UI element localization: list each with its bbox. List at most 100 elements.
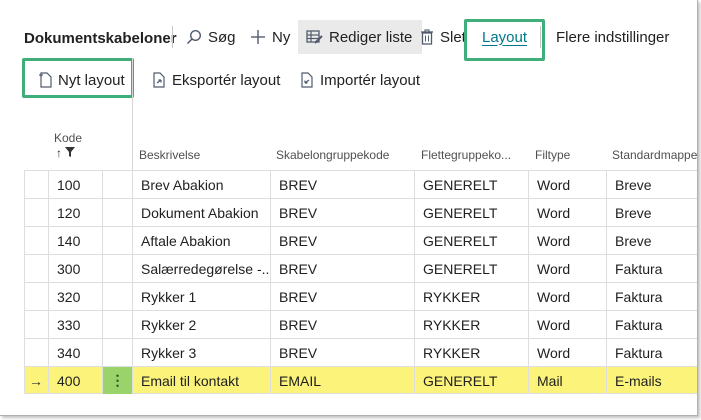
cell-code[interactable]: 330: [48, 311, 102, 338]
cell-merge-group[interactable]: GENERELT: [414, 367, 528, 394]
table-row-selected[interactable]: → 400 ⋮ Email til kontakt EMAIL GENERELT…: [24, 366, 697, 394]
import-document-icon: [300, 72, 314, 88]
row-actions-cell: [102, 255, 132, 282]
cell-template-group[interactable]: EMAIL: [270, 367, 414, 394]
cell-description[interactable]: Brev Abakion: [132, 171, 270, 198]
cell-merge-group[interactable]: RYKKER: [414, 311, 528, 338]
cell-default-folder[interactable]: Breve: [606, 171, 697, 198]
row-actions-cell: [102, 227, 132, 254]
cell-file-type[interactable]: Word: [528, 199, 606, 226]
page-title: Dokumentskabeloner: [24, 30, 177, 47]
table-row[interactable]: 120 Dokument Abakion BREV GENERELT Word …: [24, 198, 697, 226]
cell-code[interactable]: 300: [48, 255, 102, 282]
cell-template-group[interactable]: BREV: [270, 199, 414, 226]
cell-file-type[interactable]: Word: [528, 311, 606, 338]
cell-code[interactable]: 120: [48, 199, 102, 226]
table-row[interactable]: 330 Rykker 2 BREV RYKKER Word Faktura: [24, 310, 697, 338]
cell-default-folder[interactable]: E-mails: [606, 367, 697, 394]
column-header-file-type[interactable]: Filtype: [535, 148, 570, 162]
import-layout-label: Importér layout: [320, 71, 421, 89]
row-indicator: [24, 171, 48, 198]
row-indicator: [24, 255, 48, 282]
filter-icon: [65, 146, 75, 160]
cell-code[interactable]: 340: [48, 339, 102, 366]
cell-description[interactable]: Aftale Abakion: [132, 227, 270, 254]
separator: [540, 26, 541, 48]
cell-code[interactable]: 320: [48, 283, 102, 310]
more-options-button[interactable]: Flere indstillinger: [556, 20, 669, 54]
cell-code[interactable]: 140: [48, 227, 102, 254]
separator: [172, 26, 173, 48]
cell-description[interactable]: Rykker 3: [132, 339, 270, 366]
cell-merge-group[interactable]: RYKKER: [414, 283, 528, 310]
table-row[interactable]: 300 Salærredegørelse -... BREV GENERELT …: [24, 254, 697, 282]
column-header-template-group[interactable]: Skabelongruppekode: [276, 148, 389, 162]
cell-file-type[interactable]: Word: [528, 255, 606, 282]
import-layout-button[interactable]: Importér layout: [300, 68, 420, 92]
cell-default-folder[interactable]: Breve: [606, 227, 697, 254]
cell-merge-group[interactable]: GENERELT: [414, 255, 528, 282]
sort-indicator[interactable]: ↑: [56, 146, 75, 160]
row-indicator: [24, 199, 48, 226]
cell-merge-group[interactable]: GENERELT: [414, 227, 528, 254]
cell-description[interactable]: Salærredegørelse -...: [132, 255, 270, 282]
new-label: Ny: [272, 28, 291, 46]
table-row[interactable]: 340 Rykker 3 BREV RYKKER Word Faktura: [24, 338, 697, 366]
row-selected-arrow-icon: →: [24, 367, 48, 394]
cell-code[interactable]: 400: [48, 367, 102, 394]
export-layout-label: Eksportér layout: [172, 71, 281, 89]
cell-merge-group[interactable]: GENERELT: [414, 171, 528, 198]
cell-template-group[interactable]: BREV: [270, 339, 414, 366]
cell-template-group[interactable]: BREV: [270, 311, 414, 338]
edit-list-label: Rediger liste: [329, 28, 413, 46]
cell-default-folder[interactable]: Faktura: [606, 311, 697, 338]
row-actions-cell: [102, 283, 132, 310]
delete-label: Slet: [440, 28, 466, 46]
row-indicator: [24, 311, 48, 338]
new-button[interactable]: Ny: [250, 20, 290, 54]
table-row[interactable]: 140 Aftale Abakion BREV GENERELT Word Br…: [24, 226, 697, 254]
column-header-description[interactable]: Beskrivelse: [139, 148, 200, 162]
cell-code[interactable]: 100: [48, 171, 102, 198]
trash-icon: [420, 29, 434, 45]
table-row[interactable]: 100 Brev Abakion BREV GENERELT Word Brev…: [24, 170, 697, 198]
templates-table: 100 Brev Abakion BREV GENERELT Word Brev…: [24, 170, 697, 394]
delete-button[interactable]: Slet: [420, 20, 466, 54]
cell-merge-group[interactable]: GENERELT: [414, 199, 528, 226]
cell-description[interactable]: Rykker 2: [132, 311, 270, 338]
cell-template-group[interactable]: BREV: [270, 171, 414, 198]
cell-file-type[interactable]: Word: [528, 283, 606, 310]
export-document-icon: [152, 72, 166, 88]
cell-default-folder[interactable]: Faktura: [606, 339, 697, 366]
cell-merge-group[interactable]: RYKKER: [414, 339, 528, 366]
cell-default-folder[interactable]: Breve: [606, 199, 697, 226]
cell-description[interactable]: Rykker 1: [132, 283, 270, 310]
cell-default-folder[interactable]: Faktura: [606, 283, 697, 310]
column-header-code[interactable]: Kode: [54, 131, 82, 145]
cell-template-group[interactable]: BREV: [270, 255, 414, 282]
layout-highlight-box: [464, 19, 545, 61]
cell-file-type[interactable]: Word: [528, 339, 606, 366]
cell-description[interactable]: Email til kontakt: [132, 367, 270, 394]
row-actions-menu-button[interactable]: ⋮: [102, 367, 132, 394]
cell-file-type[interactable]: Word: [528, 227, 606, 254]
plus-icon: [250, 29, 266, 45]
column-header-merge-group[interactable]: Flettegruppeko...: [421, 148, 511, 162]
row-indicator: [24, 339, 48, 366]
cell-file-type[interactable]: Word: [528, 171, 606, 198]
cell-description[interactable]: Dokument Abakion: [132, 199, 270, 226]
sort-ascending-icon: ↑: [56, 146, 62, 160]
column-header-default-folder[interactable]: Standardmappe: [612, 148, 697, 162]
search-button[interactable]: Søg: [186, 20, 236, 54]
cell-file-type[interactable]: Mail: [528, 367, 606, 394]
cell-default-folder[interactable]: Faktura: [606, 255, 697, 282]
new-layout-highlight-box: [22, 58, 134, 98]
export-layout-button[interactable]: Eksportér layout: [152, 68, 280, 92]
cell-template-group[interactable]: BREV: [270, 227, 414, 254]
cell-template-group[interactable]: BREV: [270, 283, 414, 310]
row-actions-cell: [102, 311, 132, 338]
row-indicator: [24, 283, 48, 310]
edit-list-button[interactable]: Rediger liste: [298, 20, 423, 54]
table-row[interactable]: 320 Rykker 1 BREV RYKKER Word Faktura: [24, 282, 697, 310]
page-frame: Dokumentskabeloner Søg Ny Rediger liste …: [0, 0, 698, 416]
